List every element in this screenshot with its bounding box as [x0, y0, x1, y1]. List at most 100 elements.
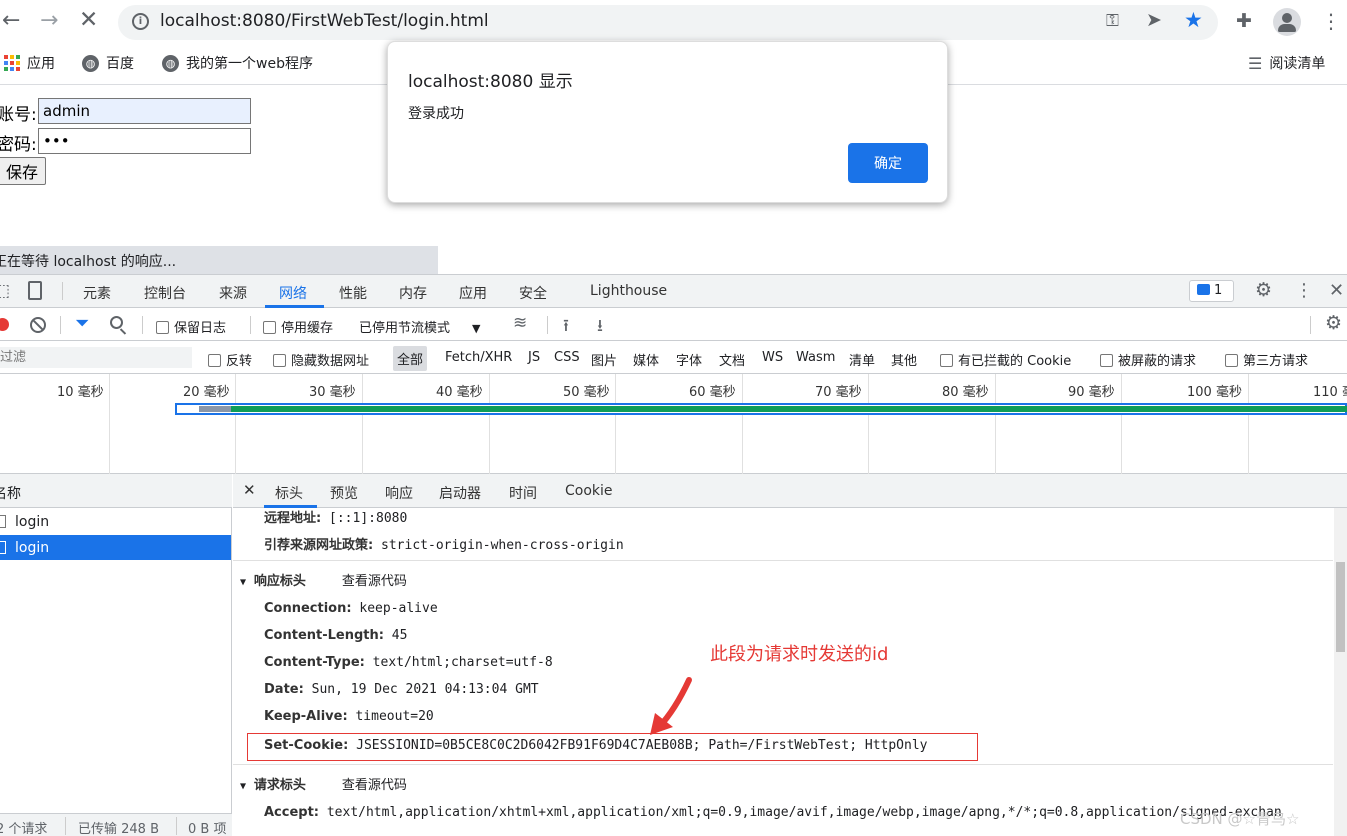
export-har-icon[interactable]: ⭳ — [597, 313, 603, 342]
type-filter-manifest[interactable]: 清单 — [849, 350, 875, 369]
key-icon[interactable]: ⚿ — [1106, 11, 1119, 31]
name-column-header[interactable]: 名称 — [0, 474, 232, 508]
devtools-tabbar: ⬚ 元素 控制台 来源 网络 性能 内存 应用 安全 Lighthouse 1 … — [0, 275, 1347, 308]
bookmark-first-web[interactable]: ◍ 我的第一个web程序 — [162, 53, 313, 73]
type-filter-font[interactable]: 字体 — [676, 350, 702, 369]
tick-label: 100 毫秒 — [1187, 385, 1242, 400]
type-filter-other[interactable]: 其他 — [891, 350, 917, 369]
view-source-link[interactable]: 查看源代码 — [342, 574, 407, 589]
tab-preview[interactable]: 预览 — [330, 483, 358, 503]
forward-icon[interactable]: → — [40, 8, 58, 33]
invert-checkbox[interactable]: 反转 — [208, 350, 252, 369]
type-filter-doc[interactable]: 文档 — [719, 350, 745, 369]
send-icon[interactable]: ➤ — [1146, 9, 1162, 31]
tick-label: 10 毫秒 — [57, 385, 104, 400]
third-party-checkbox[interactable]: 第三方请求 — [1225, 350, 1308, 369]
tick-label: 80 毫秒 — [942, 385, 989, 400]
type-filter-xhr[interactable]: Fetch/XHR — [445, 350, 512, 365]
tab-elements[interactable]: 元素 — [83, 283, 111, 303]
stop-loading-icon[interactable]: ✕ — [79, 7, 98, 33]
disable-cache-checkbox[interactable]: 停用缓存 — [263, 317, 333, 336]
tab-headers[interactable]: 标头 — [275, 483, 303, 503]
type-filter-img[interactable]: 图片 — [591, 350, 617, 369]
header-row: Date: Sun, 19 Dec 2021 04:13:04 GMT — [264, 682, 539, 697]
tab-security[interactable]: 安全 — [519, 283, 547, 303]
filter-bar: 反转 隐藏数据网址 全部 Fetch/XHR JS CSS 图片 媒体 字体 文… — [0, 341, 1347, 374]
network-conditions-icon[interactable]: ≋ — [513, 313, 527, 333]
address-bar[interactable]: i localhost:8080/FirstWebTest/login.html… — [118, 5, 1218, 40]
type-filter-css[interactable]: CSS — [554, 350, 580, 365]
header-row: Content-Type: text/html;charset=utf-8 — [264, 655, 553, 670]
globe-icon: ◍ — [162, 54, 179, 72]
tab-application[interactable]: 应用 — [459, 283, 487, 303]
response-headers-section[interactable]: ▼ 响应标头 查看源代码 — [240, 570, 407, 589]
request-headers-section[interactable]: ▼ 请求标头 查看源代码 — [240, 774, 407, 793]
device-toolbar-icon[interactable] — [28, 281, 42, 300]
close-devtools-icon[interactable]: ✕ — [1329, 280, 1344, 301]
tab-memory[interactable]: 内存 — [399, 283, 427, 303]
extensions-icon[interactable]: ✚ — [1236, 10, 1252, 32]
tab-network[interactable]: 网络 — [279, 283, 307, 303]
overview-timeline[interactable]: 10 毫秒 20 毫秒 30 毫秒 40 毫秒 50 毫秒 60 毫秒 70 毫… — [0, 374, 1347, 474]
tick-label: 40 毫秒 — [436, 385, 483, 400]
tab-lighthouse[interactable]: Lighthouse — [590, 283, 667, 299]
tab-timing[interactable]: 时间 — [509, 483, 537, 503]
throttle-select[interactable]: 已停用节流模式 ▼ — [359, 317, 480, 336]
details-scrollbar[interactable] — [1334, 508, 1347, 836]
tab-initiator[interactable]: 启动器 — [439, 483, 481, 503]
filter-input[interactable] — [0, 347, 192, 368]
settings-gear-icon[interactable]: ⚙ — [1255, 279, 1272, 301]
network-toolbar: ⏷ 保留日志 停用缓存 已停用节流模式 ▼ ≋ ⭱ ⭳ ⚙ — [0, 308, 1347, 341]
devtools-more-icon[interactable]: ⋮ — [1295, 280, 1313, 301]
annotation-text: 此段为请求时发送的id — [710, 644, 889, 665]
bookmark-apps[interactable]: 应用 — [4, 53, 55, 73]
record-icon[interactable] — [0, 318, 9, 331]
clear-icon[interactable] — [30, 317, 46, 333]
preserve-log-checkbox[interactable]: 保留日志 — [156, 317, 226, 336]
account-input[interactable] — [38, 98, 251, 124]
issues-badge[interactable]: 1 — [1189, 280, 1234, 302]
type-filter-ws[interactable]: WS — [762, 350, 783, 365]
close-details-icon[interactable]: ✕ — [243, 481, 256, 499]
filter-icon[interactable]: ⏷ — [75, 313, 89, 334]
save-button[interactable]: 保存 — [0, 157, 46, 185]
bookmark-baidu[interactable]: ◍ 百度 — [82, 53, 134, 73]
tab-console[interactable]: 控制台 — [144, 283, 186, 303]
tab-performance[interactable]: 性能 — [339, 283, 367, 303]
request-row-selected[interactable]: login — [0, 535, 231, 560]
type-filter-js[interactable]: JS — [528, 350, 540, 365]
back-icon[interactable]: ← — [2, 8, 20, 33]
message-icon — [1197, 284, 1210, 295]
dialog-title: localhost:8080 显示 — [408, 72, 573, 92]
type-filter-all[interactable]: 全部 — [393, 346, 428, 371]
status-bubble: 正在等待 localhost 的响应... — [0, 246, 438, 274]
reading-list[interactable]: ☰ 阅读清单 — [1248, 53, 1325, 73]
network-summary: 2 个请求 已传输 248 B 0 B 项 — [0, 813, 232, 836]
tick-label: 70 毫秒 — [815, 385, 862, 400]
profile-avatar[interactable] — [1273, 8, 1301, 36]
account-label: 账号: — [0, 105, 37, 125]
type-filter-wasm[interactable]: Wasm — [796, 350, 835, 365]
tab-sources[interactable]: 来源 — [219, 283, 247, 303]
view-source-link[interactable]: 查看源代码 — [342, 778, 407, 793]
tab-cookies[interactable]: Cookie — [565, 483, 613, 499]
url-text[interactable]: localhost:8080/FirstWebTest/login.html — [160, 11, 489, 31]
blocked-cookies-checkbox[interactable]: 有已拦截的 Cookie — [940, 350, 1071, 369]
type-filter-media[interactable]: 媒体 — [633, 350, 659, 369]
inspect-icon[interactable]: ⬚ — [0, 281, 10, 301]
header-row: Content-Length: 45 — [264, 628, 408, 643]
tab-response[interactable]: 响应 — [385, 483, 413, 503]
bookmark-star-icon[interactable]: ★ — [1184, 8, 1203, 32]
import-har-icon[interactable]: ⭱ — [563, 313, 569, 342]
password-label: 密码: — [0, 135, 37, 155]
request-row[interactable]: login — [0, 509, 231, 533]
info-icon[interactable]: i — [132, 13, 149, 30]
search-icon[interactable] — [110, 316, 127, 335]
password-input[interactable] — [38, 128, 251, 154]
blocked-requests-checkbox[interactable]: 被屏蔽的请求 — [1100, 350, 1196, 369]
hide-data-urls-checkbox[interactable]: 隐藏数据网址 — [273, 350, 369, 369]
network-settings-gear-icon[interactable]: ⚙ — [1325, 312, 1342, 334]
watermark: CSDN @☆青鸟☆ — [1180, 810, 1300, 828]
more-menu-icon[interactable]: ⋮ — [1321, 9, 1341, 33]
ok-button[interactable]: 确定 — [848, 143, 928, 183]
